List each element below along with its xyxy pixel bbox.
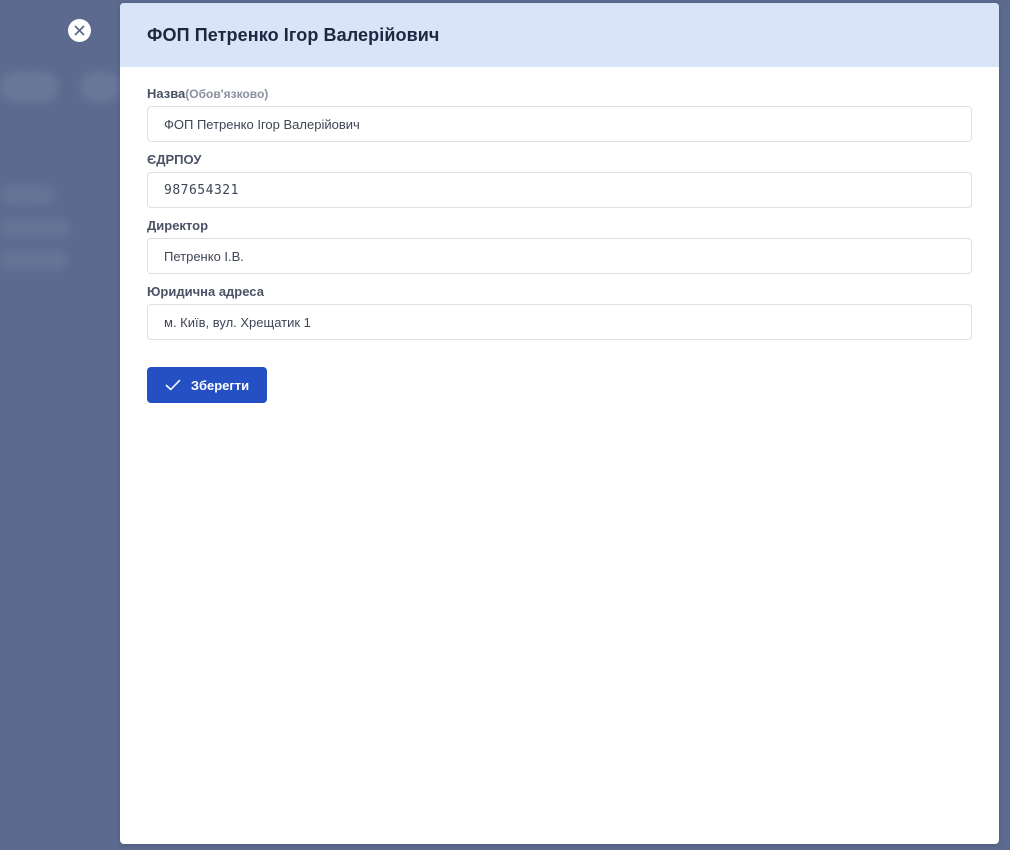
field-legal-address-label: Юридична адреса <box>147 284 264 299</box>
edit-company-modal: ФОП Петренко Ігор Валерійович Назва(Обов… <box>120 3 999 844</box>
field-director-label: Директор <box>147 218 209 233</box>
field-edrpou: ЄДРПОУ <box>147 151 972 208</box>
background-blur <box>0 72 58 102</box>
field-name-label: Назва(Обов'язково) <box>147 85 972 103</box>
close-button[interactable] <box>68 19 91 42</box>
modal-header: ФОП Петренко Ігор Валерійович <box>120 3 999 67</box>
modal-body: Назва(Обов'язково) ЄДРПОУ Директор Юриди… <box>120 67 999 403</box>
director-input[interactable] <box>147 238 972 274</box>
background-blur <box>80 72 120 102</box>
field-director: Директор <box>147 217 972 274</box>
field-edrpou-label: ЄДРПОУ <box>147 152 202 167</box>
name-input[interactable] <box>147 106 972 142</box>
background-blur <box>0 250 68 270</box>
field-name: Назва(Обов'язково) <box>147 85 972 142</box>
background-blur <box>0 185 55 205</box>
save-button-label: Зберегти <box>190 377 250 393</box>
edrpou-input[interactable] <box>147 172 972 208</box>
save-button[interactable]: Зберегти <box>147 367 267 403</box>
field-name-label-text: Назва <box>147 86 186 101</box>
field-legal-address: Юридична адреса <box>147 283 972 340</box>
legal-address-input[interactable] <box>147 304 972 340</box>
close-icon <box>74 25 85 36</box>
background-blur <box>0 218 70 238</box>
required-hint: (Обов'язково) <box>185 87 269 101</box>
check-icon <box>165 379 181 391</box>
modal-title: ФОП Петренко Ігор Валерійович <box>147 24 440 45</box>
